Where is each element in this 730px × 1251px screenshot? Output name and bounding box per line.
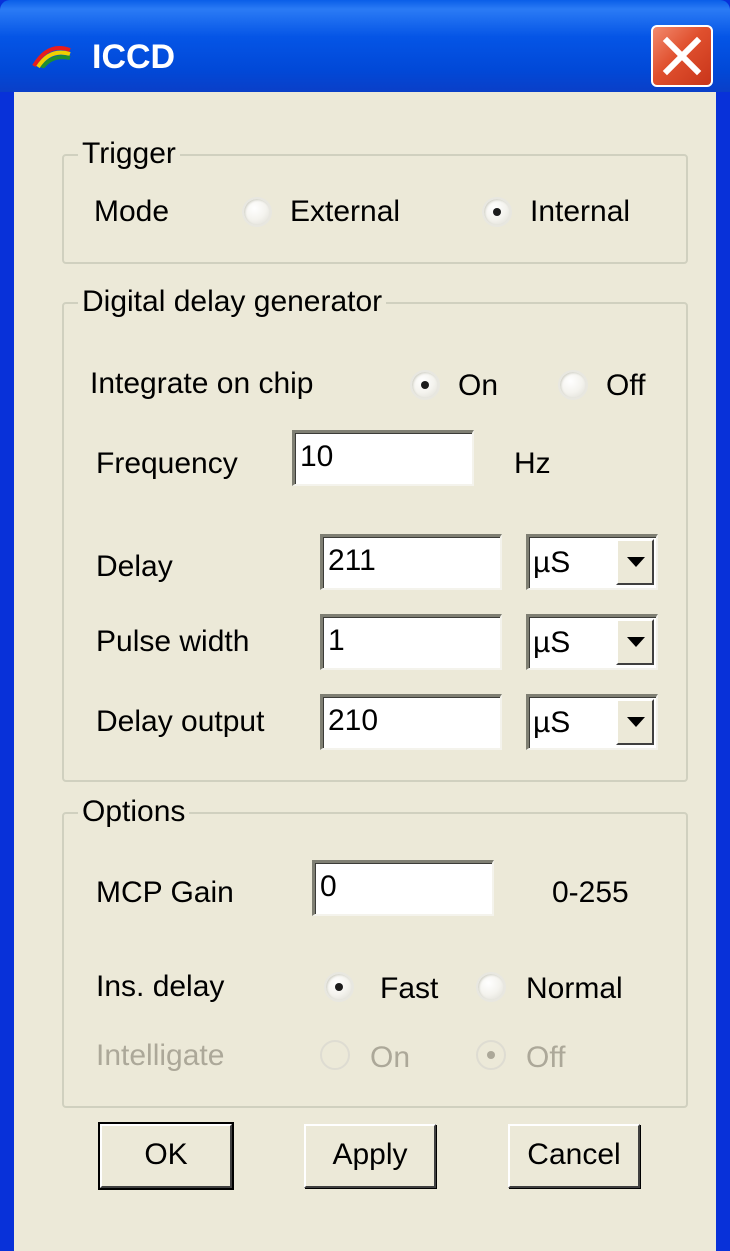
trigger-internal-radio[interactable] (482, 197, 512, 227)
frequency-unit: Hz (514, 447, 551, 480)
trigger-internal-label[interactable]: Internal (530, 194, 630, 230)
pulse-unit-dropdown[interactable] (616, 619, 654, 665)
intelligate-on-label: On (370, 1041, 411, 1074)
ins-delay-normal-radio[interactable] (476, 972, 506, 1002)
ins-delay-fast-label[interactable]: Fast (380, 971, 438, 1007)
chevron-down-icon (627, 637, 645, 647)
trigger-legend: Trigger (78, 136, 180, 172)
pulse-width-input[interactable]: 1 (320, 614, 502, 670)
intelligate-off-radio (476, 1040, 506, 1070)
pulse-width-label: Pulse width (96, 625, 250, 658)
window-title: ICCD (92, 38, 176, 76)
apply-button[interactable]: Apply (304, 1124, 436, 1188)
delay-unit-dropdown[interactable] (616, 539, 654, 585)
delay-unit-select[interactable]: µS (526, 534, 658, 590)
chevron-down-icon (627, 557, 645, 567)
cancel-button[interactable]: Cancel (508, 1124, 640, 1188)
trigger-mode-label: Mode (94, 195, 170, 228)
ins-delay-normal-label[interactable]: Normal (526, 971, 623, 1007)
integrate-on-radio[interactable] (410, 370, 440, 400)
close-icon (662, 36, 702, 76)
intelligate-off-label: Off (526, 1041, 566, 1074)
delay-unit-value: µS (533, 546, 571, 579)
close-button[interactable] (651, 25, 713, 87)
delay-label: Delay (96, 550, 173, 583)
delay-output-input[interactable]: 210 (320, 694, 502, 750)
ins-delay-label: Ins. delay (96, 970, 225, 1003)
mcp-gain-input[interactable]: 0 (312, 860, 494, 916)
pulse-unit-value: µS (533, 626, 571, 659)
intelligate-on-radio (320, 1040, 350, 1070)
ins-delay-fast-radio[interactable] (324, 972, 354, 1002)
delay-output-unit-value: µS (533, 706, 571, 739)
frequency-input[interactable]: 10 (292, 430, 474, 486)
delay-output-unit-select[interactable]: µS (526, 694, 658, 750)
delay-input[interactable]: 211 (320, 534, 502, 590)
trigger-external-label[interactable]: External (290, 194, 400, 230)
ok-button[interactable]: OK (98, 1122, 234, 1190)
integrate-off-radio[interactable] (558, 370, 588, 400)
frequency-label: Frequency (96, 447, 238, 480)
trigger-external-radio[interactable] (242, 197, 272, 227)
ddg-legend: Digital delay generator (78, 284, 387, 320)
rainbow-icon (30, 42, 74, 70)
mcp-gain-range: 0-255 (552, 876, 629, 909)
dialog-client: Trigger Mode External Internal Digital d… (14, 92, 716, 1251)
integrate-off-label[interactable]: Off (606, 368, 645, 404)
delay-output-unit-dropdown[interactable] (616, 699, 654, 745)
title-bar[interactable]: ICCD (0, 0, 730, 92)
intelligate-label: Intelligate (96, 1039, 225, 1072)
integrate-on-label[interactable]: On (458, 368, 498, 404)
integrate-label: Integrate on chip (90, 367, 314, 400)
chevron-down-icon (627, 717, 645, 727)
delay-output-label: Delay output (96, 705, 265, 738)
pulse-unit-select[interactable]: µS (526, 614, 658, 670)
mcp-gain-label: MCP Gain (96, 876, 234, 909)
options-legend: Options (78, 794, 190, 830)
